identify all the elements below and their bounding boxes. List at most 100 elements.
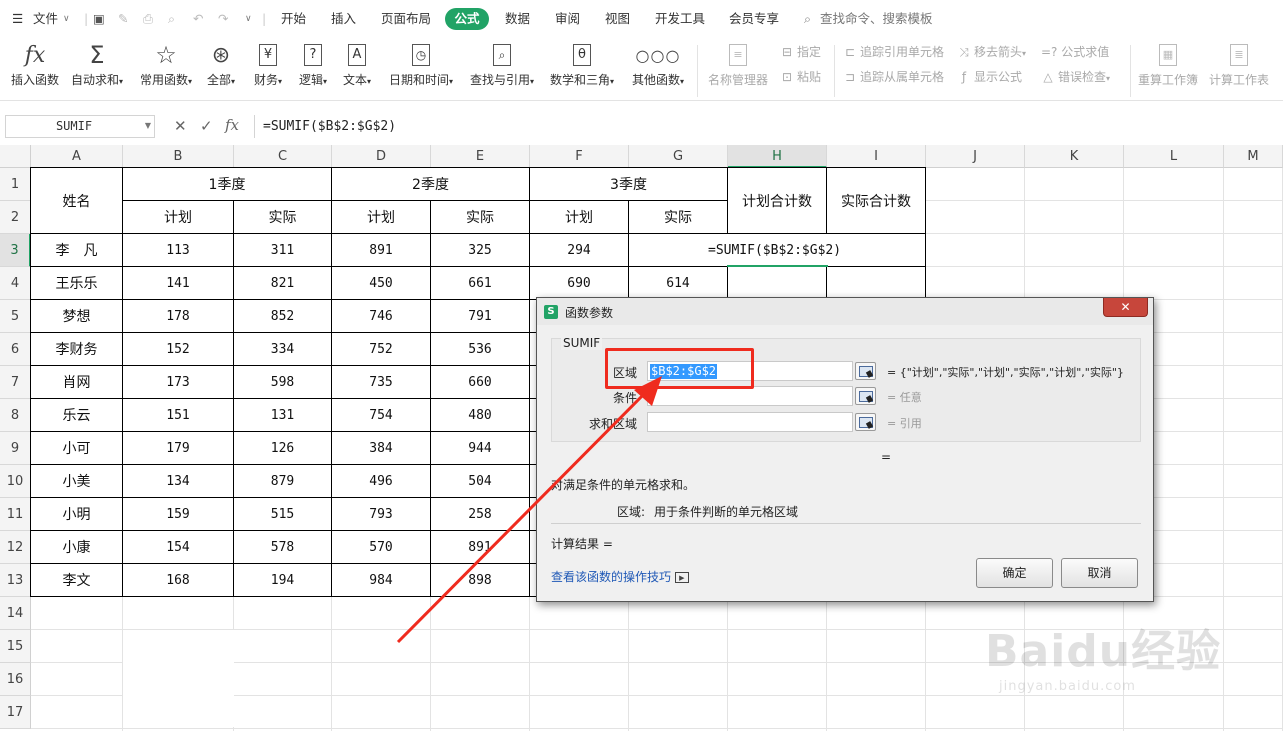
column-header-c[interactable]: C bbox=[234, 145, 332, 168]
row-header-3[interactable]: 3 bbox=[0, 234, 31, 267]
row-header-13[interactable]: 13 bbox=[0, 564, 31, 597]
table-cell[interactable]: 134 bbox=[123, 465, 234, 498]
text-button[interactable]: A 文本▾ bbox=[338, 41, 376, 88]
sum-range-arg-input[interactable] bbox=[647, 412, 853, 432]
header-plan-2[interactable]: 计划 bbox=[332, 201, 431, 234]
column-header-d[interactable]: D bbox=[332, 145, 431, 168]
table-cell[interactable]: 325 bbox=[431, 234, 530, 267]
table-cell[interactable]: 152 bbox=[123, 333, 234, 366]
table-cell[interactable]: 944 bbox=[431, 432, 530, 465]
column-header-f[interactable]: F bbox=[530, 145, 629, 168]
criteria-arg-input[interactable] bbox=[647, 386, 853, 406]
quick-access-more-icon[interactable]: ∨ bbox=[245, 9, 252, 29]
column-header-h[interactable]: H bbox=[728, 145, 827, 168]
table-cell[interactable]: 480 bbox=[431, 399, 530, 432]
table-cell[interactable]: 179 bbox=[123, 432, 234, 465]
table-cell[interactable]: 178 bbox=[123, 300, 234, 333]
tab-insert[interactable]: 插入 bbox=[331, 9, 356, 29]
table-cell[interactable]: 159 bbox=[123, 498, 234, 531]
table-cell[interactable]: 173 bbox=[123, 366, 234, 399]
all-functions-button[interactable]: ⊛ 全部▾ bbox=[203, 41, 239, 88]
row-header-9[interactable]: 9 bbox=[0, 432, 31, 465]
header-q3[interactable]: 3季度 bbox=[530, 168, 728, 201]
table-cell[interactable]: 113 bbox=[123, 234, 234, 267]
table-cell[interactable]: 690 bbox=[530, 267, 629, 300]
ok-button[interactable]: 确定 bbox=[976, 558, 1053, 588]
cell-name[interactable]: 小康 bbox=[31, 531, 123, 564]
table-cell[interactable]: 879 bbox=[234, 465, 332, 498]
sum-range-picker-icon[interactable] bbox=[855, 413, 876, 431]
row-header-16[interactable]: 16 bbox=[0, 663, 31, 696]
header-q2[interactable]: 2季度 bbox=[332, 168, 530, 201]
dialog-titlebar[interactable]: S 函数参数 ✕ bbox=[537, 298, 1153, 325]
table-cell[interactable]: 891 bbox=[431, 531, 530, 564]
cancel-button[interactable]: 取消 bbox=[1061, 558, 1138, 588]
row-header-6[interactable]: 6 bbox=[0, 333, 31, 366]
table-cell-empty[interactable] bbox=[728, 267, 827, 300]
table-cell[interactable]: 311 bbox=[234, 234, 332, 267]
table-cell[interactable]: 258 bbox=[431, 498, 530, 531]
row-header-7[interactable]: 7 bbox=[0, 366, 31, 399]
table-cell[interactable]: 791 bbox=[431, 300, 530, 333]
table-cell[interactable]: 151 bbox=[123, 399, 234, 432]
column-header-g[interactable]: G bbox=[629, 145, 728, 168]
tab-review[interactable]: 审阅 bbox=[555, 9, 580, 29]
row-header-8[interactable]: 8 bbox=[0, 399, 31, 432]
column-header-j[interactable]: J bbox=[926, 145, 1025, 168]
table-cell[interactable]: 294 bbox=[530, 234, 629, 267]
row-header-1[interactable]: 1 bbox=[0, 168, 31, 201]
recalc-workbook-button[interactable]: ▦ 重算工作簿 bbox=[1136, 41, 1200, 88]
formula-edit-cell[interactable]: =SUMIF($B$2:$G$2) bbox=[629, 234, 926, 267]
formula-input[interactable]: =SUMIF($B$2:$G$2) bbox=[254, 115, 1283, 138]
table-cell[interactable]: 131 bbox=[234, 399, 332, 432]
cell-name[interactable]: 梦想 bbox=[31, 300, 123, 333]
table-cell[interactable]: 194 bbox=[234, 564, 332, 597]
header-name[interactable]: 姓名 bbox=[31, 168, 123, 234]
table-cell[interactable]: 126 bbox=[234, 432, 332, 465]
table-cell[interactable]: 536 bbox=[431, 333, 530, 366]
common-functions-button[interactable]: ☆ 常用函数▾ bbox=[136, 41, 196, 88]
table-cell[interactable]: 614 bbox=[629, 267, 728, 300]
print-icon[interactable]: ⎙ bbox=[143, 9, 153, 29]
name-box-chevron-icon[interactable]: ▼ bbox=[145, 121, 151, 130]
search-input[interactable]: 查找命令、搜索模板 bbox=[820, 9, 933, 29]
table-cell[interactable]: 821 bbox=[234, 267, 332, 300]
name-manager-button[interactable]: ≡ 名称管理器 bbox=[706, 41, 770, 88]
show-formulas-button[interactable]: ƒ 显示公式 bbox=[957, 68, 1022, 86]
row-header-12[interactable]: 12 bbox=[0, 531, 31, 564]
row-header-5[interactable]: 5 bbox=[0, 300, 31, 333]
row-header-10[interactable]: 10 bbox=[0, 465, 31, 498]
search-icon[interactable]: ⌕ bbox=[804, 9, 811, 29]
table-cell[interactable]: 891 bbox=[332, 234, 431, 267]
file-menu[interactable]: 文件 bbox=[33, 9, 58, 29]
header-plan-1[interactable]: 计划 bbox=[123, 201, 234, 234]
table-cell[interactable]: 334 bbox=[234, 333, 332, 366]
cell-name[interactable]: 李财务 bbox=[31, 333, 123, 366]
range-picker-icon[interactable] bbox=[855, 362, 876, 380]
table-cell[interactable]: 752 bbox=[332, 333, 431, 366]
table-cell[interactable]: 578 bbox=[234, 531, 332, 564]
row-header-14[interactable]: 14 bbox=[0, 597, 31, 630]
header-actual-2[interactable]: 实际 bbox=[431, 201, 530, 234]
error-check-button[interactable]: △ 错误检查▾ bbox=[1041, 68, 1110, 86]
row-header-2[interactable]: 2 bbox=[0, 201, 31, 234]
autosum-button[interactable]: Σ 自动求和▾ bbox=[67, 41, 127, 88]
table-cell[interactable]: 384 bbox=[332, 432, 431, 465]
table-cell[interactable]: 735 bbox=[332, 366, 431, 399]
other-functions-button[interactable]: ○○○ 其他函数▾ bbox=[627, 41, 689, 88]
table-cell[interactable]: 570 bbox=[332, 531, 431, 564]
confirm-edit-icon[interactable]: ✓ bbox=[200, 117, 213, 135]
financial-button[interactable]: ¥ 财务▾ bbox=[249, 41, 287, 88]
header-q1[interactable]: 1季度 bbox=[123, 168, 332, 201]
undo-icon[interactable]: ↶ bbox=[193, 9, 203, 29]
header-actual-total[interactable]: 实际合计数 bbox=[827, 168, 926, 234]
column-header-a[interactable]: A bbox=[31, 145, 123, 168]
file-menu-chevron-icon[interactable]: ∨ bbox=[63, 9, 70, 29]
trace-precedents-button[interactable]: ⊏ 追踪引用单元格 bbox=[843, 43, 944, 61]
name-box[interactable]: SUMIF ▼ bbox=[5, 115, 155, 138]
remove-arrows-button[interactable]: ⤨ 移去箭头▾ bbox=[957, 43, 1026, 61]
cell-name[interactable]: 小明 bbox=[31, 498, 123, 531]
cell-name[interactable]: 王乐乐 bbox=[31, 267, 123, 300]
tab-developer[interactable]: 开发工具 bbox=[655, 9, 705, 29]
table-cell[interactable]: 515 bbox=[234, 498, 332, 531]
